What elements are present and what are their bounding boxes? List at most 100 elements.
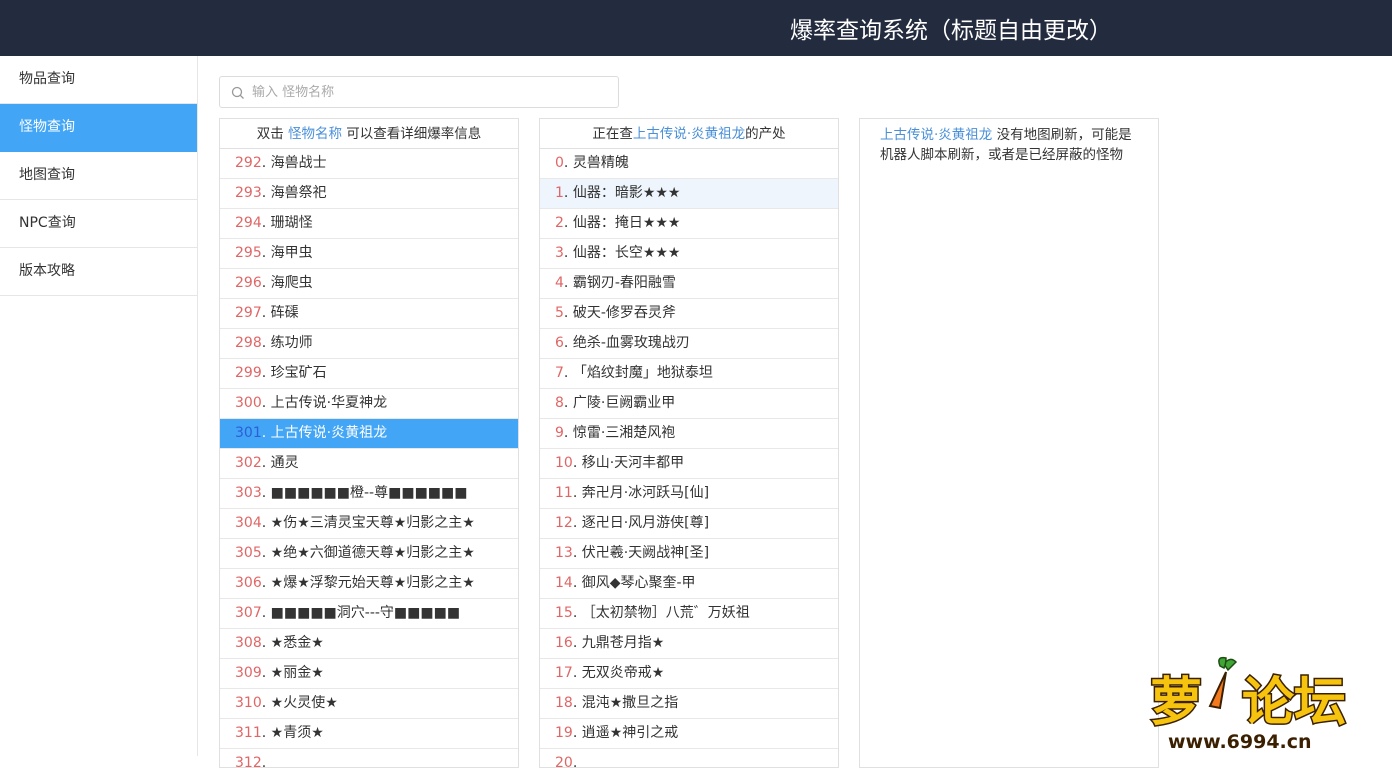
drop-item-row[interactable]: 17. 无双炎帝戒★ xyxy=(540,659,838,689)
drop-item-row[interactable]: 9. 惊雷·三湘楚风袍 xyxy=(540,419,838,449)
monster-row[interactable]: 300. 上古传说·华夏神龙 xyxy=(220,389,518,419)
row-number: 17 xyxy=(555,665,573,681)
monster-row[interactable]: 301. 上古传说·炎黄祖龙 xyxy=(220,419,518,449)
drop-item-row[interactable]: 2. 仙器：掩日★★★ xyxy=(540,209,838,239)
row-name: 珍宝矿石 xyxy=(270,365,327,381)
row-number: 7 xyxy=(555,365,564,381)
row-name: 霸钢刃-春阳融雪 xyxy=(572,275,676,291)
header-prefix: 正在查 xyxy=(592,126,633,142)
row-name: 仙器：暗影★★★ xyxy=(572,185,681,201)
row-number: 311 xyxy=(235,725,262,741)
row-name: 御风◆琴心聚奎-甲 xyxy=(581,575,696,591)
drop-item-row[interactable]: 10. 移山·天河丰都甲 xyxy=(540,449,838,479)
monster-row[interactable]: 312. xyxy=(220,749,518,768)
row-number: 13 xyxy=(555,545,573,561)
drop-item-row[interactable]: 16. 九鼎苍月指★ xyxy=(540,629,838,659)
row-number: 298 xyxy=(235,335,262,351)
row-name: ★爆★浮黎元始天尊★归影之主★ xyxy=(270,575,475,591)
monster-row[interactable]: 292. 海兽战士 xyxy=(220,149,518,179)
header-highlight: 上古传说·炎黄祖龙 xyxy=(632,126,746,142)
row-number: 310 xyxy=(235,695,262,711)
monster-row[interactable]: 295. 海甲虫 xyxy=(220,239,518,269)
drop-item-row[interactable]: 1. 仙器：暗影★★★ xyxy=(540,179,838,209)
row-number: 295 xyxy=(235,245,262,261)
drop-item-row[interactable]: 14. 御风◆琴心聚奎-甲 xyxy=(540,569,838,599)
drop-item-row[interactable]: 19. 逍遥★神引之戒 xyxy=(540,719,838,749)
monster-row[interactable]: 299. 珍宝矿石 xyxy=(220,359,518,389)
row-separator: . xyxy=(563,215,573,231)
row-number: 300 xyxy=(235,395,262,411)
row-number: 2 xyxy=(555,215,564,231)
header-suffix: 的产处 xyxy=(745,126,786,142)
row-name: 上古传说·华夏神龙 xyxy=(270,395,388,411)
monster-row[interactable]: 302. 通灵 xyxy=(220,449,518,479)
sidebar-item-2[interactable]: 地图查询 xyxy=(0,152,197,200)
row-name: 珊瑚怪 xyxy=(270,215,313,231)
row-name: 广陵·巨阙霸业甲 xyxy=(572,395,676,411)
drop-item-row[interactable]: 5. 破天-修罗吞灵斧 xyxy=(540,299,838,329)
drop-item-row[interactable]: 20. xyxy=(540,749,838,767)
row-number: 18 xyxy=(555,695,573,711)
drop-item-row[interactable]: 7. 「焰纹封魔」地狱泰坦 xyxy=(540,359,838,389)
svg-text:论坛: 论坛 xyxy=(1242,673,1346,733)
monster-row[interactable]: 308. ★悉金★ xyxy=(220,629,518,659)
monster-row[interactable]: 294. 珊瑚怪 xyxy=(220,209,518,239)
drop-item-row[interactable]: 8. 广陵·巨阙霸业甲 xyxy=(540,389,838,419)
drop-item-row[interactable]: 12. 逐卍日·风月游侠[尊] xyxy=(540,509,838,539)
row-name: 伏卍羲·天阙战神[圣] xyxy=(581,545,710,561)
drop-item-row[interactable]: 11. 奔卍月·冰河跃马[仙] xyxy=(540,479,838,509)
monster-search-input[interactable] xyxy=(252,78,612,106)
monster-row[interactable]: 309. ★丽金★ xyxy=(220,659,518,689)
sidebar-item-0[interactable]: 物品查询 xyxy=(0,56,197,104)
header-prefix: 双击 xyxy=(256,126,284,142)
monster-row[interactable]: 297. 砗磲 xyxy=(220,299,518,329)
row-name: ★悉金★ xyxy=(270,635,324,651)
monster-row[interactable]: 306. ★爆★浮黎元始天尊★归影之主★ xyxy=(220,569,518,599)
row-number: 302 xyxy=(235,455,262,471)
row-name: ★火灵使★ xyxy=(270,695,338,711)
sidebar-item-1[interactable]: 怪物查询 xyxy=(0,104,197,152)
monster-list: 292. 海兽战士 293. 海兽祭祀 294. 珊瑚怪 295. 海甲虫 296. 海… xyxy=(220,149,518,768)
row-name: 砗磲 xyxy=(270,305,299,321)
drop-item-row[interactable]: 3. 仙器：长空★★★ xyxy=(540,239,838,269)
row-number: 306 xyxy=(235,575,262,591)
row-name: 练功师 xyxy=(270,335,313,351)
row-number: 303 xyxy=(235,485,262,501)
row-name: 「焰纹封魔」地狱泰坦 xyxy=(572,365,713,381)
header-suffix: 可以查看详细爆率信息 xyxy=(346,126,482,142)
monster-row[interactable]: 307. ■■■■■洞穴---守■■■■■ xyxy=(220,599,518,629)
row-name: 移山·天河丰都甲 xyxy=(581,455,685,471)
row-name: ★伤★三清灵宝天尊★归影之主★ xyxy=(270,515,475,531)
row-separator: . xyxy=(563,155,573,171)
sidebar-item-3[interactable]: NPC查询 xyxy=(0,200,197,248)
monster-row[interactable]: 311. ★青须★ xyxy=(220,719,518,749)
monster-row[interactable]: 303. ■■■■■■橙--尊■■■■■■ xyxy=(220,479,518,509)
drop-item-row[interactable]: 15. ［太初禁物］八荒゛万妖祖 xyxy=(540,599,838,629)
row-number: 299 xyxy=(235,365,262,381)
map-info-monster-link[interactable]: 上古传说·炎黄祖龙 xyxy=(880,127,992,143)
monster-row[interactable]: 304. ★伤★三清灵宝天尊★归影之主★ xyxy=(220,509,518,539)
row-number: 14 xyxy=(555,575,573,591)
row-separator: . xyxy=(572,575,582,591)
drop-item-row[interactable]: 13. 伏卍羲·天阙战神[圣] xyxy=(540,539,838,569)
drop-item-row[interactable]: 18. 混沌★撒旦之指 xyxy=(540,689,838,719)
monster-row[interactable]: 296. 海爬虫 xyxy=(220,269,518,299)
row-separator: . xyxy=(563,275,573,291)
monster-row[interactable]: 293. 海兽祭祀 xyxy=(220,179,518,209)
row-separator: . xyxy=(261,665,271,681)
row-separator: . xyxy=(261,515,271,531)
search-box[interactable] xyxy=(219,76,619,108)
drop-item-row[interactable]: 4. 霸钢刃-春阳融雪 xyxy=(540,269,838,299)
sidebar-item-4[interactable]: 版本攻略 xyxy=(0,248,197,296)
row-number: 312 xyxy=(235,755,262,768)
drop-item-row[interactable]: 6. 绝杀-血雾玫瑰战刃 xyxy=(540,329,838,359)
monster-list-header: 双击 怪物名称 可以查看详细爆率信息 xyxy=(220,119,518,149)
row-number: 11 xyxy=(555,485,573,501)
row-name: 海兽祭祀 xyxy=(270,185,327,201)
monster-row[interactable]: 305. ★绝★六御道德天尊★归影之主★ xyxy=(220,539,518,569)
monster-row[interactable]: 298. 练功师 xyxy=(220,329,518,359)
drop-item-row[interactable]: 0. 灵兽精魄 xyxy=(540,149,838,179)
monster-row[interactable]: 310. ★火灵使★ xyxy=(220,689,518,719)
row-name: ★丽金★ xyxy=(270,665,324,681)
row-number: 297 xyxy=(235,305,262,321)
